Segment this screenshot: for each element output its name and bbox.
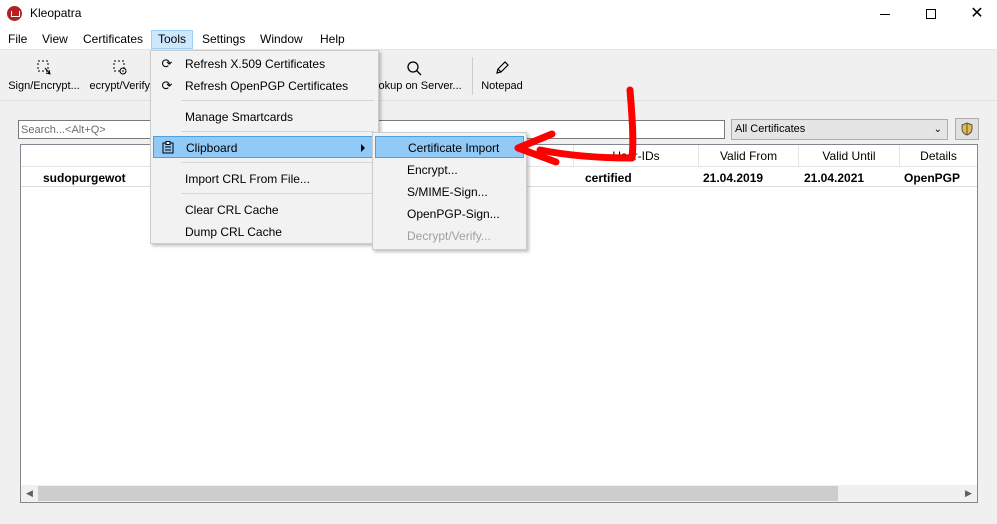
menu-help[interactable]: Help: [314, 30, 351, 49]
sign-encrypt-label: Sign/Encrypt...: [8, 80, 80, 92]
menu-item-label: Certificate Import: [408, 141, 500, 155]
menu-separator: [181, 131, 374, 132]
menu-file[interactable]: File: [2, 30, 33, 49]
menu-item-certificate-import[interactable]: Certificate Import: [375, 136, 524, 158]
title-bar: Kleopatra ✕: [0, 0, 997, 28]
menu-tools[interactable]: Tools: [151, 30, 194, 49]
column-header-valid-until[interactable]: Valid Until: [799, 145, 900, 167]
menu-item-encrypt[interactable]: Encrypt...: [375, 159, 524, 181]
menu-bar: File View Certificates Tools Settings Wi…: [0, 28, 997, 50]
clipboard-icon: [161, 141, 175, 155]
menu-item-label: Import CRL From File...: [185, 172, 310, 186]
window-title: Kleopatra: [30, 6, 82, 20]
menu-item-manage-smartcards[interactable]: Manage Smartcards: [153, 106, 376, 128]
menu-window[interactable]: Window: [254, 30, 309, 49]
notepad-button[interactable]: Notepad: [476, 51, 528, 101]
menu-item-decrypt-verify: Decrypt/Verify...: [375, 225, 524, 247]
chevron-down-icon: ⌄: [933, 124, 942, 135]
menu-item-label: Dump CRL Cache: [185, 225, 282, 239]
decrypt-verify-icon: [111, 59, 129, 77]
submenu-arrow-icon: [361, 144, 365, 152]
menu-item-refresh-openpgp[interactable]: ⟳ Refresh OpenPGP Certificates: [153, 75, 376, 97]
maximize-button[interactable]: [908, 0, 954, 28]
decrypt-verify-label: Decrypt/Verify...: [89, 80, 151, 92]
tools-menu: ⟳ Refresh X.509 Certificates ⟳ Refresh O…: [150, 50, 379, 244]
menu-separator: [181, 162, 374, 163]
certificate-details-button[interactable]: [955, 118, 979, 140]
menu-item-label: Refresh OpenPGP Certificates: [185, 79, 349, 93]
close-icon: ✕: [970, 5, 984, 22]
minimize-button[interactable]: [862, 0, 908, 28]
scroll-left-icon[interactable]: ◀: [21, 485, 38, 502]
menu-item-refresh-x509[interactable]: ⟳ Refresh X.509 Certificates: [153, 53, 376, 75]
certificate-filter-select[interactable]: All Certificates ⌄: [731, 119, 948, 140]
menu-item-label: Refresh X.509 Certificates: [185, 57, 326, 71]
cell-details: OpenPGP: [904, 171, 961, 185]
decrypt-verify-button[interactable]: Decrypt/Verify...: [89, 51, 151, 101]
maximize-icon: [926, 9, 936, 19]
refresh-icon: ⟳: [161, 78, 173, 93]
column-header-valid-from[interactable]: Valid From: [699, 145, 799, 167]
filter-selected-value: All Certificates: [735, 123, 806, 135]
menu-separator: [181, 193, 374, 194]
menu-item-label: Encrypt...: [407, 163, 458, 177]
menu-item-clipboard[interactable]: Clipboard: [153, 136, 376, 158]
menu-item-label: Decrypt/Verify...: [407, 229, 491, 243]
refresh-icon: ⟳: [161, 56, 173, 71]
menu-item-clear-crl-cache[interactable]: Clear CRL Cache: [153, 199, 376, 221]
search-icon: [405, 59, 423, 77]
horizontal-scrollbar[interactable]: ◀ ▶: [21, 485, 977, 502]
clipboard-submenu: Certificate Import Encrypt... S/MIME-Sig…: [372, 132, 527, 250]
menu-item-label: Clear CRL Cache: [185, 203, 279, 217]
menu-certificates[interactable]: Certificates: [77, 30, 149, 49]
cell-name: sudopurgewot: [43, 171, 126, 185]
menu-item-openpgp-sign[interactable]: OpenPGP-Sign...: [375, 203, 524, 225]
notepad-label: Notepad: [481, 80, 523, 92]
menu-item-label: S/MIME-Sign...: [407, 185, 488, 199]
menu-item-label: Manage Smartcards: [185, 110, 294, 124]
close-button[interactable]: ✕: [954, 0, 997, 28]
menu-view[interactable]: View: [36, 30, 74, 49]
scrollbar-thumb[interactable]: [38, 486, 838, 501]
column-header-details[interactable]: Details: [900, 145, 977, 167]
sign-encrypt-icon: [35, 59, 53, 77]
menu-item-import-crl[interactable]: Import CRL From File...: [153, 168, 376, 190]
column-header-user-ids[interactable]: User-IDs: [574, 145, 699, 167]
menu-separator: [181, 100, 374, 101]
cell-valid-from: 21.04.2019: [703, 171, 764, 185]
menu-settings[interactable]: Settings: [196, 30, 251, 49]
minimize-icon: [880, 13, 890, 15]
menu-item-label: OpenPGP-Sign...: [407, 207, 500, 221]
pencil-icon: [493, 59, 511, 77]
lookup-server-label: Lookup on Server...: [366, 80, 462, 92]
kleopatra-logo-icon: [7, 6, 22, 21]
menu-item-label: Clipboard: [186, 141, 238, 155]
cell-valid-until: 21.04.2021: [804, 171, 865, 185]
sign-encrypt-button[interactable]: Sign/Encrypt...: [3, 51, 85, 101]
shield-certificate-icon: [961, 122, 973, 136]
scroll-right-icon[interactable]: ▶: [960, 485, 977, 502]
menu-item-dump-crl-cache[interactable]: Dump CRL Cache: [153, 221, 376, 243]
menu-item-smime-sign[interactable]: S/MIME-Sign...: [375, 181, 524, 203]
toolbar-separator: [472, 57, 473, 95]
cell-user-ids: certified: [585, 171, 632, 185]
